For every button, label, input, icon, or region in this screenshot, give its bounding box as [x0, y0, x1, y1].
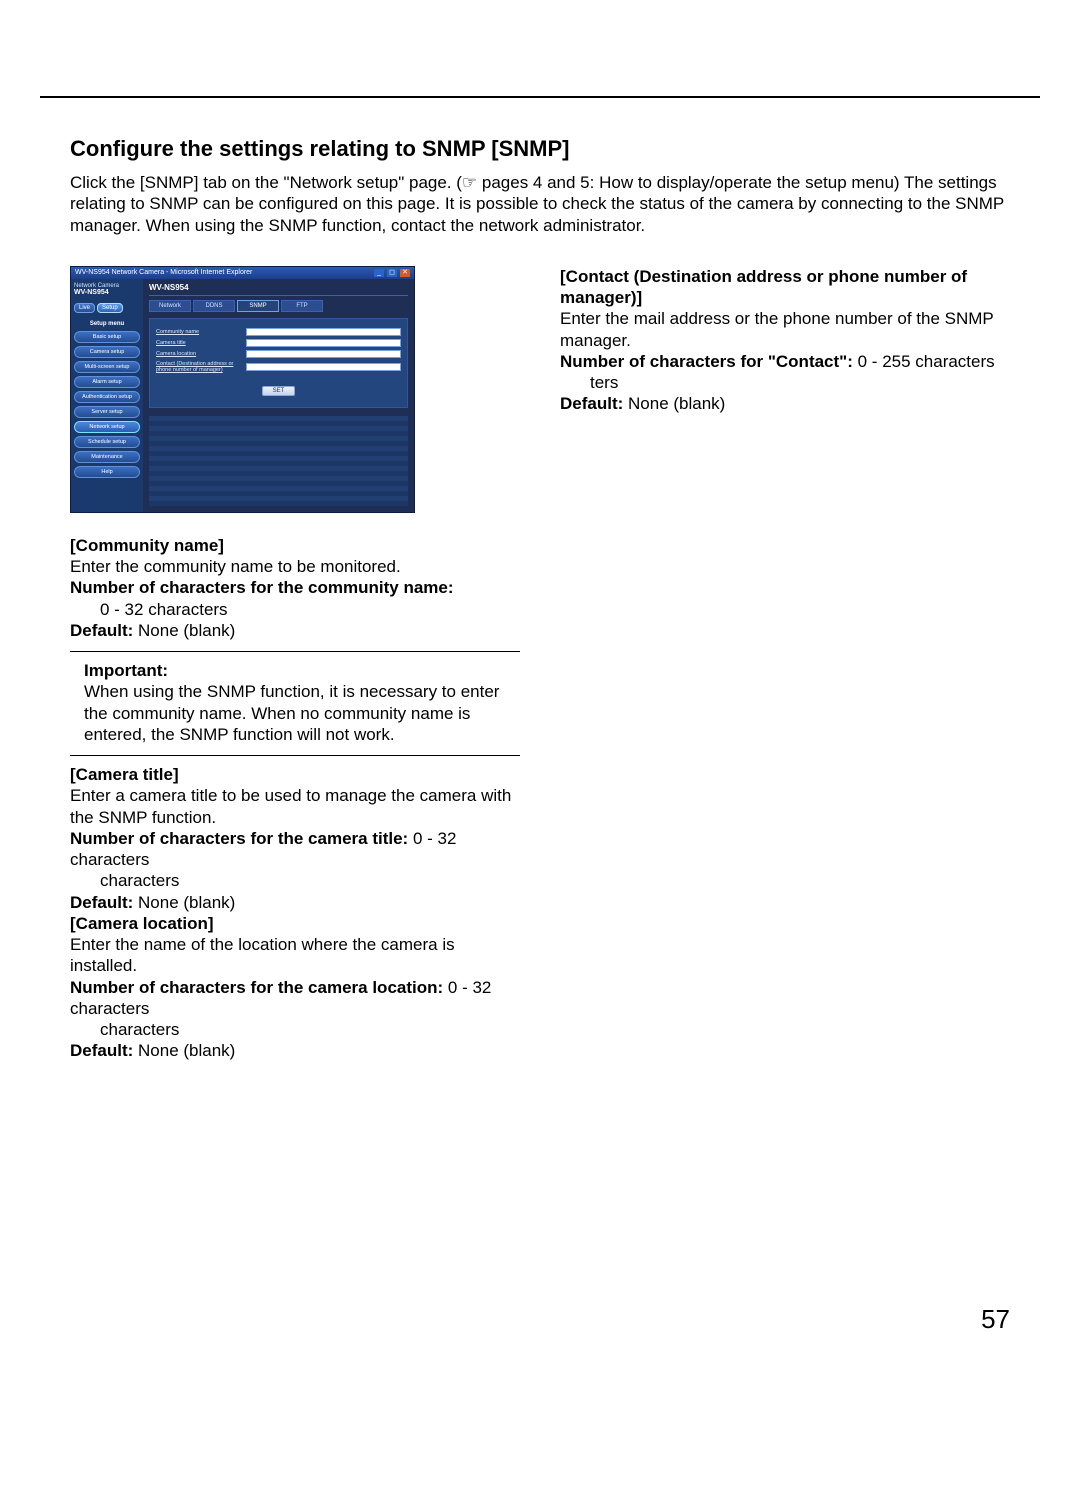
camera-title-desc: Enter a camera title to be used to manag… — [70, 786, 511, 826]
window-minimize-icon[interactable]: _ — [374, 269, 384, 277]
tab-snmp[interactable]: SNMP — [237, 300, 279, 312]
nav-basic-setup[interactable]: Basic setup — [74, 331, 140, 343]
setup-button[interactable]: Setup — [97, 303, 123, 313]
important-body: When using the SNMP function, it is nece… — [84, 682, 499, 744]
camera-title-default-value: None (blank) — [133, 893, 235, 912]
brand-block: Network Camera WV-NS954 — [74, 283, 140, 297]
content-area-empty — [149, 416, 408, 506]
camera-title-limit-cont: characters — [70, 871, 179, 890]
field-input-camera-title[interactable] — [246, 339, 401, 347]
tab-ddns[interactable]: DDNS — [193, 300, 235, 312]
nav-help[interactable]: Help — [74, 466, 140, 478]
field-input-community[interactable] — [246, 328, 401, 336]
contact-default-label: Default: — [560, 394, 623, 413]
window-close-icon[interactable]: ✕ — [400, 269, 410, 277]
main-title: WV-NS954 — [149, 283, 408, 296]
community-desc: Enter the community name to be monitored… — [70, 557, 401, 576]
camera-location-limit-cont: characters — [70, 1020, 179, 1039]
tab-network[interactable]: Network — [149, 300, 191, 312]
nav-server-setup[interactable]: Server setup — [74, 406, 140, 418]
brand-subtitle: Network Camera — [74, 283, 119, 289]
page-title: Configure the settings relating to SNMP … — [70, 136, 1010, 162]
page-number: 57 — [981, 1304, 1010, 1335]
camera-location-default-label: Default: — [70, 1041, 133, 1060]
contact-limit-label: Number of characters for "Contact": — [560, 352, 853, 371]
camera-location-default-value: None (blank) — [133, 1041, 235, 1060]
contact-heading: [Contact (Destination address or phone n… — [560, 267, 967, 307]
setup-menu-heading: Setup menu — [74, 321, 140, 327]
field-label-camera-location: Camera location — [156, 351, 242, 357]
set-button[interactable]: SET — [262, 386, 296, 396]
nav-authentication-setup[interactable]: Authentication setup — [74, 391, 140, 403]
intro-paragraph: Click the [SNMP] tab on the "Network set… — [70, 172, 1010, 236]
setup-screenshot: WV-NS954 Network Camera - Microsoft Inte… — [70, 266, 520, 513]
community-default-value: None (blank) — [133, 621, 235, 640]
brand-model: WV-NS954 — [74, 289, 109, 296]
camera-title-limit-label: Number of characters for the camera titl… — [70, 829, 408, 848]
contact-default-value: None (blank) — [623, 394, 725, 413]
contact-limit-cont: ters — [560, 373, 618, 392]
important-rule-bottom — [70, 755, 520, 756]
window-title: WV-NS954 Network Camera - Microsoft Inte… — [75, 269, 252, 276]
nav-alarm-setup[interactable]: Alarm setup — [74, 376, 140, 388]
nav-maintenance[interactable]: Maintenance — [74, 451, 140, 463]
camera-location-desc: Enter the name of the location where the… — [70, 935, 455, 975]
window-titlebar: WV-NS954 Network Camera - Microsoft Inte… — [71, 267, 414, 279]
contact-desc: Enter the mail address or the phone numb… — [560, 309, 993, 349]
nav-camera-setup[interactable]: Camera setup — [74, 346, 140, 358]
field-input-camera-location[interactable] — [246, 350, 401, 358]
community-default-label: Default: — [70, 621, 133, 640]
tab-ftp[interactable]: FTP — [281, 300, 323, 312]
camera-title-default-label: Default: — [70, 893, 133, 912]
important-rule-top — [70, 651, 520, 652]
nav-network-setup[interactable]: Network setup — [74, 421, 140, 433]
community-heading: [Community name] — [70, 536, 224, 555]
contact-limit-value: 0 - 255 characters — [853, 352, 995, 371]
camera-location-heading: [Camera location] — [70, 914, 214, 933]
window-maximize-icon[interactable]: ◻ — [387, 269, 397, 277]
important-heading: Important: — [84, 661, 168, 680]
field-label-community: Community name — [156, 329, 242, 335]
field-label-camera-title: Camera title — [156, 340, 242, 346]
field-label-contact: Contact (Destination address or phone nu… — [156, 361, 242, 373]
field-input-contact[interactable] — [246, 363, 401, 371]
live-button[interactable]: Live — [74, 303, 95, 313]
nav-multiscreen-setup[interactable]: Multi-screen setup — [74, 361, 140, 373]
community-limit-value: 0 - 32 characters — [70, 600, 228, 619]
nav-schedule-setup[interactable]: Schedule setup — [74, 436, 140, 448]
community-limit-label: Number of characters for the community n… — [70, 578, 454, 597]
camera-title-heading: [Camera title] — [70, 765, 179, 784]
camera-location-limit-label: Number of characters for the camera loca… — [70, 978, 443, 997]
